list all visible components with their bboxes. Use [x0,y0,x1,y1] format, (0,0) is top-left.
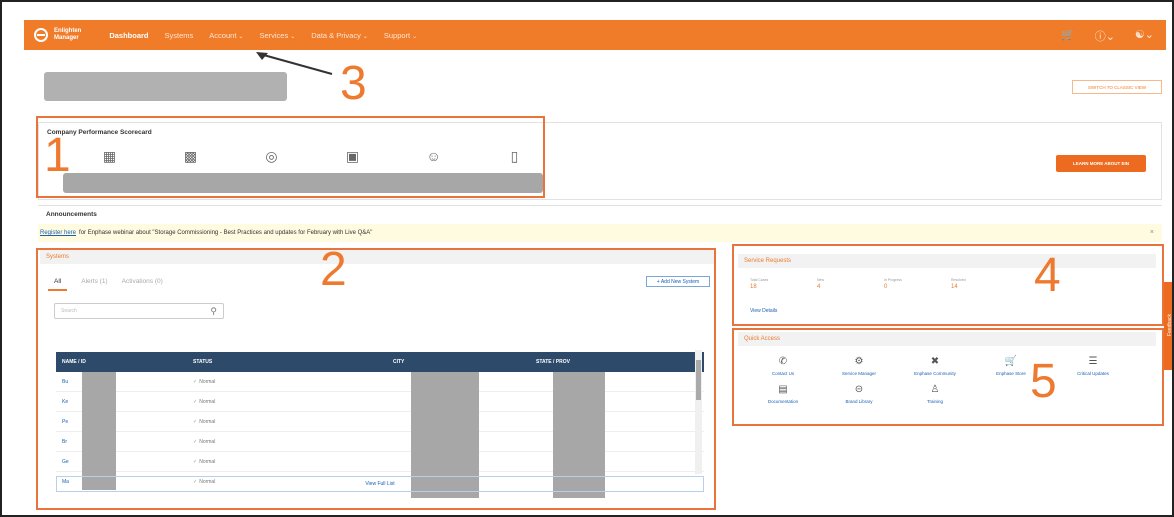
annotation-4: 4 [1034,249,1061,302]
nav-data-privacy[interactable]: Data & Privacy ⌄ [311,31,368,40]
feedback-tab[interactable]: Feedback [1164,282,1172,370]
announcement-banner: Register here for Enphase webinar about … [38,224,1162,242]
nav-services[interactable]: Services ⌄ [259,31,295,40]
top-right-icons: 🛒 ⓘ⌄ ☯⌄ [1061,28,1154,44]
annotation-box-5 [732,328,1164,426]
top-nav-bar: Enlighten Manager Dashboard Systems Acco… [24,20,1166,50]
annotation-box-1 [36,116,545,198]
register-link[interactable]: Register here [40,230,76,236]
chevron-down-icon: ⌄ [412,33,418,40]
annotation-2: 2 [320,243,347,296]
nav-support[interactable]: Support ⌄ [384,31,417,40]
close-icon[interactable]: × [1150,229,1154,236]
learn-more-button[interactable]: LEARN MORE ABOUT EIN [1056,155,1146,172]
annotation-3: 3 [340,57,367,110]
nav-systems[interactable]: Systems [165,31,194,40]
switch-to-classic-button[interactable]: SWITCH TO CLASSIC VIEW [1072,80,1162,94]
help-icon[interactable]: ⓘ⌄ [1095,28,1115,44]
nav-dashboard[interactable]: Dashboard [109,31,148,40]
announcements-panel: Announcements Register here for Enphase … [38,205,1162,242]
logo[interactable]: Enlighten Manager [34,28,81,42]
annotation-1: 1 [44,129,71,182]
chevron-down-icon: ⌄ [238,33,244,40]
annotation-5: 5 [1030,355,1057,408]
cart-icon[interactable]: 🛒 [1061,28,1075,44]
announcements-title: Announcements [46,211,97,218]
nav-account[interactable]: Account ⌄ [209,31,243,40]
chevron-down-icon: ⌄ [362,33,368,40]
redacted-company-name [44,72,287,101]
logo-line1: Enlighten [54,28,82,34]
logo-line2: Manager [54,35,79,41]
annotation-box-2 [36,248,716,510]
logo-icon [34,28,48,42]
screenshot-frame: Enlighten Manager Dashboard Systems Acco… [0,0,1174,517]
chevron-down-icon: ⌄ [290,33,296,40]
announcement-text: for Enphase webinar about "Storage Commi… [79,230,373,236]
user-icon[interactable]: ☯⌄ [1135,28,1154,44]
annotation-box-4 [732,244,1164,326]
